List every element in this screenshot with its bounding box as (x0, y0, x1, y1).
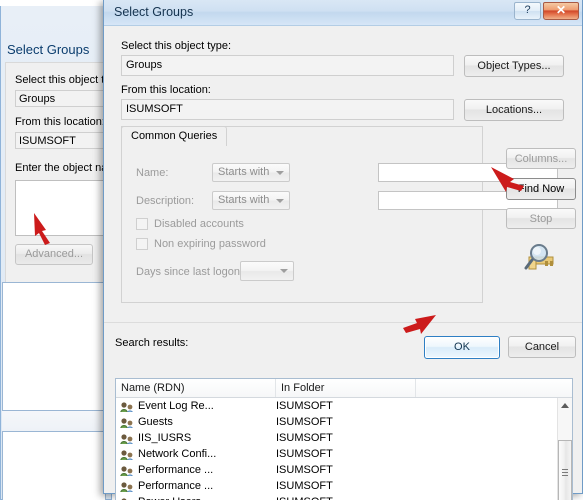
cell-name: Power Users (116, 496, 276, 500)
group-icon (119, 449, 135, 460)
description-label: Description: (136, 195, 195, 207)
dialog-title: Select Groups (114, 5, 194, 19)
arrow-to-advanced-button (34, 213, 50, 245)
cell-in-folder: ISUMSOFT (276, 448, 333, 460)
stop-button[interactable]: Stop (506, 208, 576, 229)
group-icon (119, 401, 135, 412)
cell-name-text: IIS_IUSRS (138, 432, 192, 444)
location-field[interactable]: ISUMSOFT (121, 99, 454, 120)
cell-name-text: Guests (138, 416, 173, 428)
group-icon (119, 433, 135, 444)
non-expiring-password-checkbox[interactable] (136, 238, 148, 250)
listview-header: Name (RDN) In Folder (116, 379, 572, 398)
chevron-down-icon (276, 170, 284, 175)
days-since-last-logon-select[interactable] (240, 261, 294, 281)
search-results-listview[interactable]: Name (RDN) In Folder Event Log Re... ISUM… (115, 378, 573, 500)
cell-name: Event Log Re... (116, 400, 276, 412)
close-icon[interactable]: ✕ (543, 2, 579, 20)
group-icon (119, 481, 135, 492)
object-types-button[interactable]: Object Types... (464, 55, 564, 77)
background-window-lower-area (2, 282, 106, 500)
cell-name: Performance ... (116, 464, 276, 476)
background-object-type-value: Groups (15, 90, 111, 107)
background-location-label: From this location: (15, 116, 105, 128)
arrow-to-ok-button (403, 315, 436, 334)
chevron-down-icon (280, 269, 288, 273)
tab-cover (122, 145, 226, 147)
chevron-down-icon (276, 198, 284, 203)
object-type-label: Select this object type: (121, 40, 232, 52)
listview-scrollbar[interactable] (557, 398, 572, 500)
help-button[interactable]: ? (514, 2, 541, 20)
table-row[interactable]: Network Confi... ISUMSOFT (116, 446, 557, 462)
cell-in-folder: ISUMSOFT (276, 464, 333, 476)
cell-in-folder: ISUMSOFT (276, 480, 333, 492)
listview-rows: Event Log Re... ISUMSOFT Guests ISUMSOFT I… (116, 398, 557, 500)
background-window-strip (2, 410, 106, 432)
arrow-to-find-now-button (491, 167, 524, 192)
dialog-body: Select this object type: Groups Object T… (104, 26, 582, 500)
column-header-name[interactable]: Name (RDN) (116, 379, 276, 397)
scroll-up-icon[interactable] (558, 398, 572, 413)
table-row[interactable]: Power Users ISUMSOFT (116, 494, 557, 500)
table-row[interactable]: Event Log Re... ISUMSOFT (116, 398, 557, 414)
footer-divider (104, 322, 582, 323)
cancel-button[interactable]: Cancel (508, 336, 576, 358)
cell-name: Performance ... (116, 480, 276, 492)
cell-name-text: Performance ... (138, 464, 214, 476)
background-object-type-label: Select this object ty (15, 74, 110, 86)
cell-name-text: Event Log Re... (138, 400, 214, 412)
column-header-extra[interactable] (416, 379, 559, 397)
cell-in-folder: ISUMSOFT (276, 496, 416, 500)
table-row[interactable]: IIS_IUSRS ISUMSOFT (116, 430, 557, 446)
locations-button[interactable]: Locations... (464, 99, 564, 121)
name-label: Name: (136, 167, 169, 179)
table-row[interactable]: Performance ... ISUMSOFT (116, 462, 557, 478)
object-type-field[interactable]: Groups (121, 55, 454, 76)
cell-name: IIS_IUSRS (116, 432, 276, 444)
cell-in-folder: ISUMSOFT (276, 432, 333, 444)
description-operator-select[interactable]: Starts with (212, 191, 290, 210)
location-label: From this location: (121, 84, 211, 96)
group-icon (119, 417, 135, 428)
cell-name-text: Network Confi... (138, 448, 217, 460)
name-operator-select[interactable]: Starts with (212, 163, 290, 182)
cell-name-text: Performance ... (138, 480, 214, 492)
background-location-value: ISUMSOFT (15, 132, 111, 149)
name-operator-value: Starts with (218, 166, 270, 178)
select-groups-dialog: Select Groups ? ✕ Select this object typ… (103, 0, 583, 500)
tab-common-queries[interactable]: Common Queries (121, 126, 228, 146)
table-row[interactable]: Performance ... ISUMSOFT (116, 478, 557, 494)
cell-in-folder: ISUMSOFT (276, 416, 333, 428)
days-since-last-logon-label: Days since last logon: (136, 266, 243, 278)
cell-in-folder: ISUMSOFT (276, 400, 333, 412)
common-queries-tabstrip: Common Queries (121, 126, 483, 147)
non-expiring-password-label: Non expiring password (154, 238, 266, 250)
background-window-title: Select Groups (7, 42, 90, 57)
group-icon (119, 465, 135, 476)
column-header-in-folder[interactable]: In Folder (276, 379, 416, 397)
disabled-accounts-checkbox[interactable] (136, 218, 148, 230)
dialog-titlebar[interactable]: Select Groups ? ✕ (104, 0, 582, 26)
search-results-label: Search results: (115, 337, 189, 349)
background-select-groups-window[interactable]: Select Groups Select this object ty Grou… (0, 6, 112, 500)
scrollbar-grip-icon (562, 469, 568, 477)
scrollbar-thumb[interactable] (558, 440, 572, 500)
magnifier-key-icon (524, 244, 554, 270)
description-operator-value: Starts with (218, 194, 270, 206)
table-row[interactable]: Guests ISUMSOFT (116, 414, 557, 430)
ok-button[interactable]: OK (424, 336, 500, 359)
screen: Select Groups Select this object ty Grou… (0, 0, 583, 500)
cell-name-text: Power Users (138, 496, 201, 500)
background-object-names-label: Enter the object na (15, 162, 108, 174)
cell-name: Network Confi... (116, 448, 276, 460)
cell-name: Guests (116, 416, 276, 428)
disabled-accounts-label: Disabled accounts (154, 218, 244, 230)
